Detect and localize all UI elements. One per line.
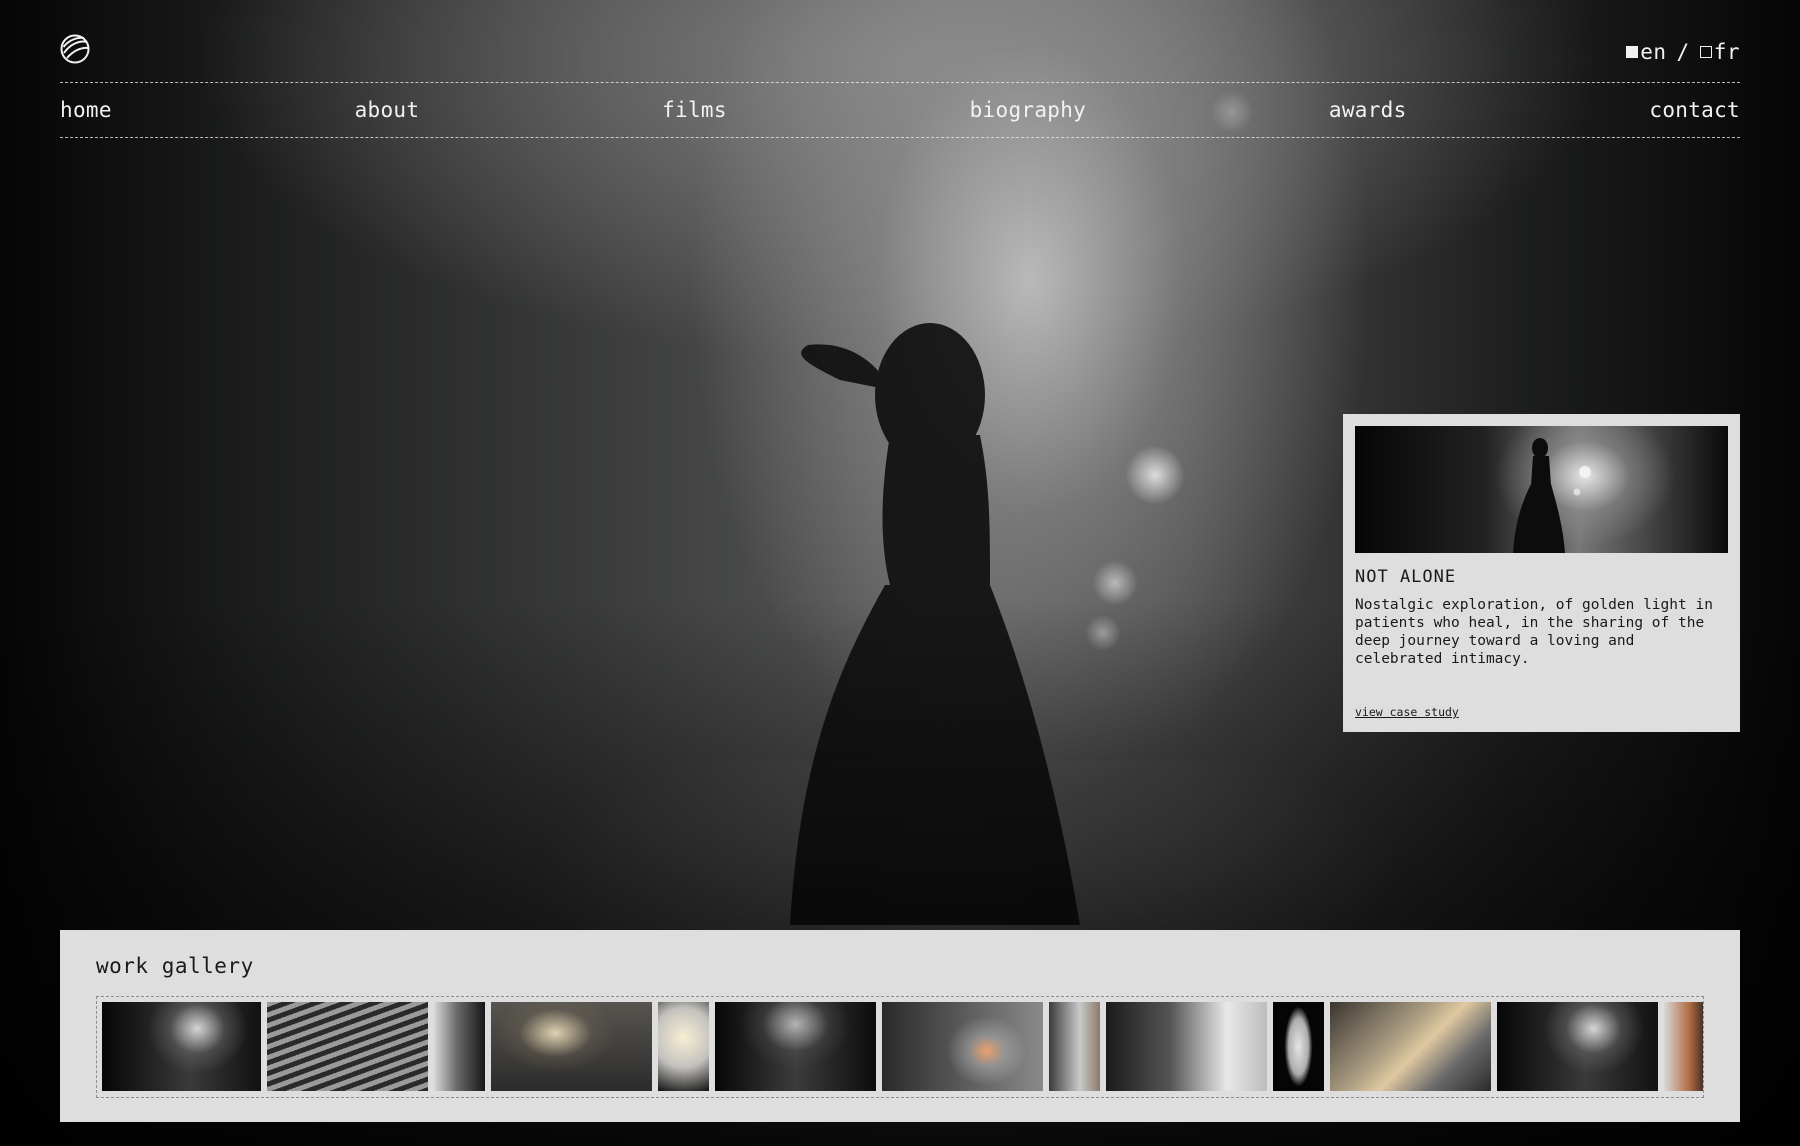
gallery-thumbnail[interactable] [1497,1002,1658,1091]
divider-bottom [60,137,1740,138]
checkbox-filled-icon [1626,46,1639,58]
gallery-strip[interactable] [96,996,1704,1098]
top-bar: en / fr [60,34,1740,82]
gallery-thumbnail[interactable] [1330,1002,1491,1091]
hero-light-glow [1125,445,1185,505]
lang-code: fr [1713,40,1740,64]
feature-title: NOT ALONE [1355,567,1457,587]
main-nav: home about films biography awards contac… [60,98,1740,122]
work-gallery-panel: work gallery [60,930,1740,1122]
lang-option-fr[interactable]: fr [1699,40,1740,64]
lang-option-en[interactable]: en [1626,40,1666,64]
feature-card[interactable]: NOT ALONE Nostalgic exploration, of gold… [1343,414,1740,732]
gallery-thumbnail[interactable] [267,1002,428,1091]
gallery-tiles [102,1002,1703,1091]
gallery-thumbnail[interactable] [1106,1002,1267,1091]
gallery-thumbnail[interactable] [882,1002,1043,1091]
view-case-study-link[interactable]: view case study [1355,705,1459,719]
nav-awards[interactable]: awards [1329,98,1407,122]
gallery-title: work gallery [96,954,254,978]
gallery-thumbnail[interactable] [1273,1002,1324,1091]
lang-separator: / [1676,40,1690,64]
divider-top [60,82,1740,83]
nav-biography[interactable]: biography [970,98,1087,122]
gallery-thumbnail[interactable] [658,1002,709,1091]
gallery-thumbnail[interactable] [434,1002,485,1091]
globe-logo-icon[interactable] [60,34,90,64]
feature-thumbnail-figure [1513,438,1591,553]
gallery-thumbnail[interactable] [491,1002,652,1091]
lang-code: en [1640,40,1667,64]
feature-thumbnail[interactable] [1355,426,1728,553]
nav-films[interactable]: films [662,98,727,122]
language-switcher: en / fr [1626,40,1740,64]
checkbox-empty-icon [1699,46,1712,58]
feature-description: Nostalgic exploration, of golden light i… [1355,597,1713,667]
gallery-thumbnail[interactable] [102,1002,261,1091]
gallery-thumbnail[interactable] [1664,1002,1703,1091]
gallery-thumbnail[interactable] [1049,1002,1100,1091]
nav-contact[interactable]: contact [1649,98,1740,122]
nav-home[interactable]: home [60,98,112,122]
nav-about[interactable]: about [355,98,420,122]
gallery-thumbnail[interactable] [715,1002,876,1091]
